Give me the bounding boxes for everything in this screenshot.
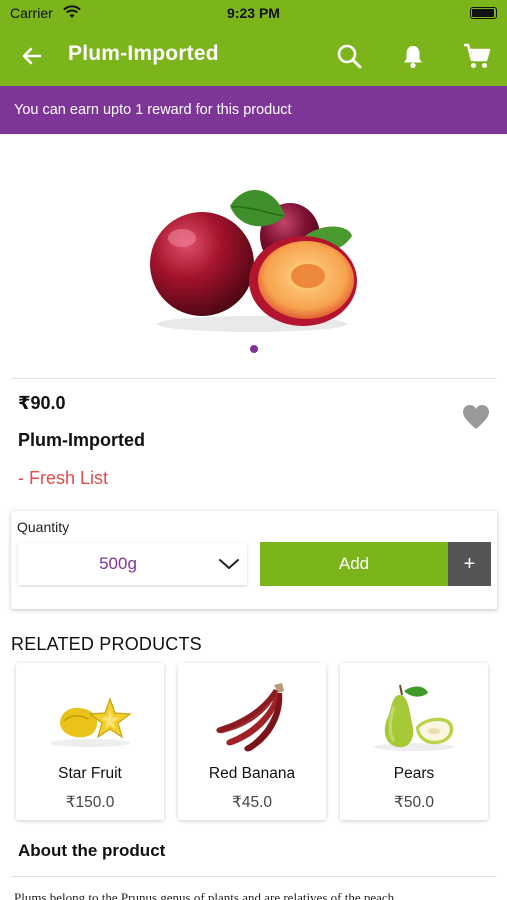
quantity-select[interactable]: 500g <box>18 543 247 585</box>
quantity-label: Quantity <box>17 519 70 535</box>
list-tag[interactable]: - Fresh List <box>18 468 108 489</box>
related-product-card[interactable]: Pears ₹50.0 <box>340 663 488 820</box>
chevron-down-icon <box>218 555 240 573</box>
product-price: ₹90.0 <box>18 393 66 413</box>
status-bar: Carrier 9:23 PM <box>0 0 507 26</box>
reward-banner: You can earn upto 1 reward for this prod… <box>0 86 507 134</box>
quantity-selected-value: 500g <box>99 554 137 573</box>
add-button[interactable]: Add <box>260 542 448 586</box>
page-title: Plum-Imported <box>68 42 219 65</box>
pears-image <box>364 677 464 753</box>
related-product-card[interactable]: Red Banana ₹45.0 <box>178 663 326 820</box>
cart-icon[interactable] <box>462 42 491 70</box>
product-image <box>140 176 365 336</box>
related-product-card[interactable]: Star Fruit ₹150.0 <box>16 663 164 820</box>
quantity-card: Quantity 500g Add + <box>11 511 497 609</box>
bell-icon[interactable] <box>399 42 427 70</box>
about-text: Plums belong to the Prunus genus of plan… <box>14 890 395 900</box>
heart-icon[interactable] <box>462 404 490 430</box>
related-product-name: Red Banana <box>208 765 296 782</box>
app-bar: Plum-Imported <box>0 26 507 86</box>
back-arrow-icon[interactable] <box>18 42 46 70</box>
increment-button[interactable]: + <box>448 542 491 586</box>
product-name: Plum-Imported <box>18 430 146 450</box>
related-product-price: ₹150.0 <box>65 794 115 811</box>
divider <box>11 378 497 379</box>
battery-icon <box>470 7 497 19</box>
reward-banner-text: You can earn upto 1 reward for this prod… <box>14 102 292 118</box>
related-product-name: Star Fruit <box>58 765 122 782</box>
divider <box>11 876 497 877</box>
star-fruit-image <box>40 677 140 753</box>
related-product-price: ₹45.0 <box>231 794 273 811</box>
related-product-price: ₹50.0 <box>393 794 435 811</box>
related-products-title: RELATED PRODUCTS <box>11 634 202 654</box>
red-banana-image <box>202 677 302 753</box>
clock-label: 9:23 PM <box>227 5 280 21</box>
about-title: About the product <box>18 841 166 860</box>
related-product-name: Pears <box>393 765 435 782</box>
carousel-pager-dot[interactable] <box>250 345 258 353</box>
search-icon[interactable] <box>335 42 363 70</box>
